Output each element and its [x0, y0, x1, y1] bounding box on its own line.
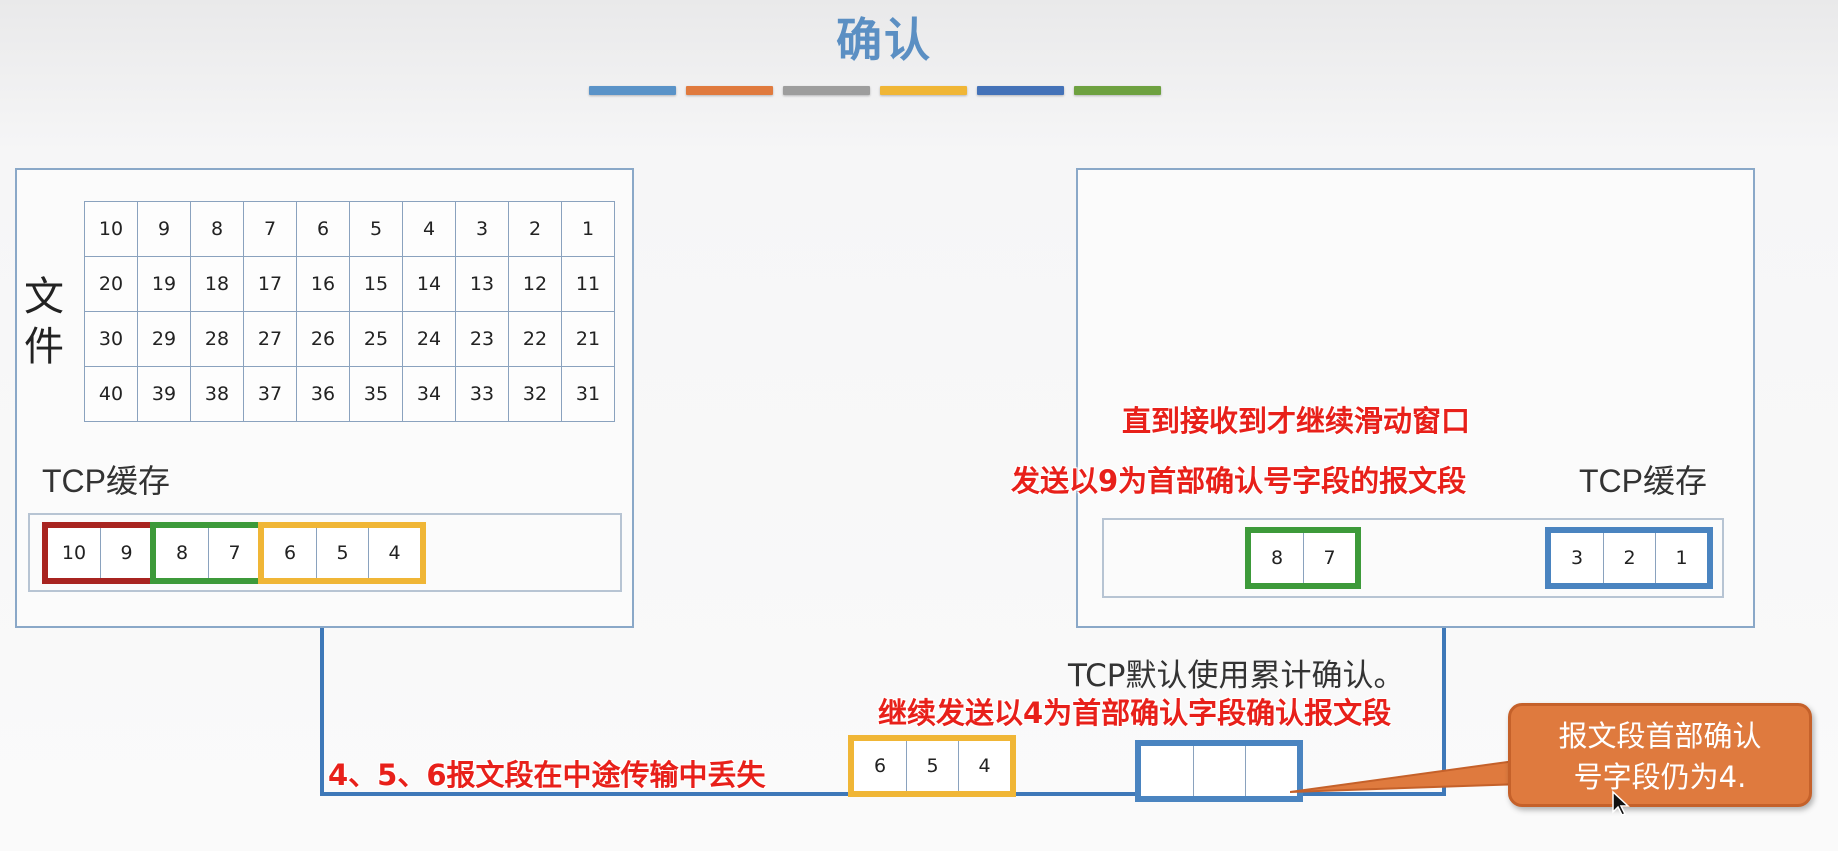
callout-box: 报文段首部确认 号字段仍为4.	[1508, 703, 1812, 807]
page-title: 确认	[836, 13, 932, 67]
file-grid-row: 10 9 8 7 6 5 4 3 2 1	[84, 201, 615, 257]
sender-cache-label: TCP缓存	[42, 463, 171, 499]
color-bar-segment	[880, 86, 967, 95]
callout-line-2: 号字段仍为4.	[1573, 760, 1747, 794]
receiver-cache-label: TCP缓存	[1579, 463, 1708, 499]
file-grid-cell: 11	[561, 256, 615, 312]
segment-group: 87	[150, 522, 266, 584]
segment-cell: 8	[175, 542, 189, 564]
segment-cell: 7	[208, 528, 260, 578]
file-grid-row: 20 19 18 17 16 15 14 13 12 11	[84, 256, 615, 312]
file-grid-cell: 25	[349, 311, 403, 367]
segment-cell: 5	[316, 528, 368, 578]
callout-pointer	[1290, 758, 1523, 793]
segment-cell: 3	[1570, 547, 1584, 569]
file-grid-cell: 31	[561, 366, 615, 422]
file-grid-cell: 37	[243, 366, 297, 422]
color-bar-segment	[589, 86, 676, 95]
file-grid-cell: 6	[296, 201, 350, 257]
segment-group: 654	[258, 522, 426, 584]
segment-cell: 6	[283, 542, 297, 564]
file-grid-cell: 34	[402, 366, 456, 422]
segment-cell: 4	[958, 741, 1010, 791]
mouse-cursor-icon	[1612, 790, 1630, 816]
file-grid-cell: 8	[190, 201, 244, 257]
color-bar-segment	[783, 86, 870, 95]
file-grid-cell: 2	[508, 201, 562, 257]
file-grid-cell: 28	[190, 311, 244, 367]
send-ack9-note: 发送以9为首部确认号字段的报文段	[1011, 464, 1467, 498]
file-grid-cell: 27	[243, 311, 297, 367]
segment-group: 321	[1545, 527, 1713, 589]
file-grid-cell: 9	[137, 201, 191, 257]
callout-line-1: 报文段首部确认	[1558, 719, 1762, 753]
segment-cell	[1141, 746, 1193, 796]
file-grid-cell: 23	[455, 311, 509, 367]
segment-cell: 5	[906, 741, 958, 791]
file-grid-cell: 17	[243, 256, 297, 312]
file-label: 文件	[24, 274, 64, 370]
file-grid-cell: 15	[349, 256, 403, 312]
segment-group	[1135, 740, 1303, 802]
file-grid-cell: 14	[402, 256, 456, 312]
file-grid-cell: 12	[508, 256, 562, 312]
segment-cell: 7	[1303, 533, 1355, 583]
file-grid-cell: 10	[84, 201, 138, 257]
continue-ack4-note: 继续发送以4为首部确认字段确认报文段	[878, 696, 1392, 730]
file-grid-cell: 30	[84, 311, 138, 367]
file-grid-cell: 18	[190, 256, 244, 312]
file-grid-cell: 21	[561, 311, 615, 367]
file-grid-cell: 5	[349, 201, 403, 257]
segment-cell: 6	[873, 755, 887, 777]
segment-cell: 4	[368, 528, 420, 578]
segment-cell: 10	[61, 542, 87, 564]
transmission-line-left	[320, 628, 324, 796]
segment-group: 10 9	[42, 522, 158, 584]
color-bar-segment	[1074, 86, 1161, 95]
file-grid-row: 40 39 38 37 36 35 34 33 32 31	[84, 366, 615, 422]
file-grid-cell: 26	[296, 311, 350, 367]
file-grid-cell: 19	[137, 256, 191, 312]
file-grid-cell: 4	[402, 201, 456, 257]
file-grid-cell: 40	[84, 366, 138, 422]
file-grid-cell: 20	[84, 256, 138, 312]
file-grid-cell: 3	[455, 201, 509, 257]
file-grid-row: 30 29 28 27 26 25 24 23 22 21	[84, 311, 615, 367]
color-bar-segment	[686, 86, 773, 95]
file-grid-cell: 22	[508, 311, 562, 367]
lost-note: 4、5、6报文段在中途传输中丢失	[328, 758, 766, 792]
file-grid-cell: 39	[137, 366, 191, 422]
segment-group: 654	[848, 735, 1016, 797]
file-grid-cell: 36	[296, 366, 350, 422]
file-grid-cell: 29	[137, 311, 191, 367]
file-grid-cell: 24	[402, 311, 456, 367]
file-grid: 10 9 8 7 6 5 4 3 2 1 20 19 18 17 16 15 14 13 12 11 30 29 28 27 2…	[84, 201, 615, 422]
file-grid-cell: 1	[561, 201, 615, 257]
file-grid-cell: 33	[455, 366, 509, 422]
cumulative-ack-note: TCP默认使用累计确认。	[1068, 658, 1405, 694]
color-bar-segment	[977, 86, 1064, 95]
file-grid-cell: 32	[508, 366, 562, 422]
file-grid-cell: 7	[243, 201, 297, 257]
segment-cell: 9	[100, 528, 152, 578]
file-grid-cell: 35	[349, 366, 403, 422]
segment-cell	[1193, 746, 1245, 796]
file-grid-cell: 38	[190, 366, 244, 422]
segment-cell: 2	[1603, 533, 1655, 583]
segment-group: 87	[1245, 527, 1361, 589]
segment-cell: 1	[1655, 533, 1707, 583]
file-grid-cell: 13	[455, 256, 509, 312]
file-grid-cell: 16	[296, 256, 350, 312]
segment-cell: 8	[1270, 547, 1284, 569]
until-received-note: 直到接收到才继续滑动窗口	[1122, 404, 1471, 438]
